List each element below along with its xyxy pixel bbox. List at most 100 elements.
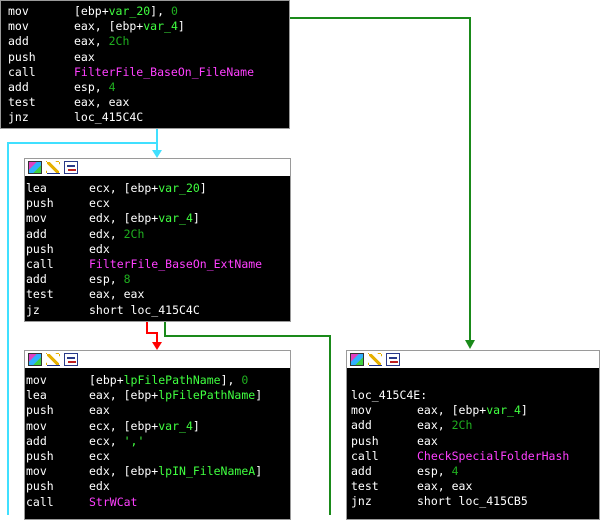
instruction-line[interactable]: call FilterFile_BaseOn_FileName [8, 65, 287, 80]
instruction-line[interactable]: add eax, 2Ch [351, 418, 597, 433]
instruction-line[interactable]: push eax [8, 50, 287, 65]
mnemonic: push [26, 196, 54, 211]
instruction-list: mov [ebp+var_20], 0 mov eax, [ebp+var_4] a… [8, 4, 287, 126]
instruction-line[interactable]: lea eax, [ebp+lpFilePathName] [26, 388, 288, 403]
instruction-line[interactable]: jz short loc_415C4C [26, 303, 288, 318]
instruction-list: lea ecx, [ebp+var_20] push ecx mov edx, [eb… [26, 181, 288, 318]
operands: ecx, ',' [89, 433, 145, 448]
function-name[interactable]: StrWCat [89, 495, 137, 510]
edge-top-to-right [290, 17, 471, 340]
jump-target[interactable]: short loc_415C4C [89, 303, 200, 318]
instruction-line[interactable]: mov [ebp+var_20], 0 [8, 4, 287, 19]
instruction-line[interactable]: push ecx [26, 196, 288, 211]
instruction-line[interactable]: test eax, eax [351, 479, 597, 494]
mnemonic: test [26, 287, 54, 302]
operands: eax, [ebp+lpFilePathName] [89, 388, 263, 403]
mnemonic: mov [26, 211, 47, 226]
instruction-line[interactable]: call CheckSpecialFolderHash [351, 449, 597, 464]
graph-icon[interactable] [28, 161, 42, 174]
instruction-line[interactable]: mov ecx, [ebp+var_4] [26, 419, 288, 434]
mnemonic: add [26, 272, 47, 287]
instruction-line[interactable]: mov eax, [ebp+var_4] [351, 403, 597, 418]
block-header [25, 351, 290, 369]
graph-icon[interactable] [28, 353, 42, 366]
operands: esp, 4 [74, 79, 116, 94]
code-block-middle[interactable]: lea ecx, [ebp+var_20] push ecx mov edx, [eb… [24, 158, 291, 322]
jump-target[interactable]: short loc_415CB5 [417, 494, 528, 509]
instruction-line[interactable]: lea ecx, [ebp+var_20] [26, 181, 288, 196]
operands: esp, 8 [89, 272, 131, 287]
mnemonic: push [26, 479, 54, 494]
operands: eax [417, 433, 438, 448]
xrefs-icon[interactable] [386, 353, 400, 366]
operands: [ebp+lpFilePathName], 0 [89, 373, 249, 387]
function-name[interactable]: CheckSpecialFolderHash [417, 449, 569, 464]
instruction-line[interactable]: add esp, 4 [351, 464, 597, 479]
label-text: loc_415C4E: [351, 388, 428, 402]
instruction-line[interactable]: push edx [26, 479, 288, 494]
function-name[interactable]: FilterFile_BaseOn_ExtName [89, 257, 262, 272]
code-block-bottom-left[interactable]: mov [ebp+lpFilePathName], 0 lea eax, [ebp+… [24, 350, 291, 520]
operands: eax [74, 49, 95, 64]
block-label[interactable]: loc_415C4E: [351, 388, 597, 403]
code-block-bottom-right[interactable]: loc_415C4E: mov eax, [ebp+var_4] add eax, … [346, 350, 600, 520]
mnemonic: add [26, 226, 47, 241]
mnemonic: jnz [8, 110, 29, 125]
instruction-line[interactable]: push eax [351, 434, 597, 449]
instruction-line[interactable]: call StrWCat [26, 495, 288, 510]
code-block-top[interactable]: mov [ebp+var_20], 0 mov eax, [ebp+var_4] a… [0, 0, 290, 129]
jump-target[interactable]: loc_415C4C [74, 110, 143, 125]
operands: eax, [ebp+var_4] [74, 19, 185, 34]
mnemonic: mov [26, 418, 47, 433]
edge-top-to-right-arrow [465, 340, 475, 349]
operands: [ebp+var_20], 0 [74, 4, 178, 18]
operands: edx [89, 241, 110, 256]
edit-icon[interactable] [368, 353, 382, 366]
edge-middle-to-bottom-left [146, 322, 158, 342]
operands: ecx, [ebp+var_20] [89, 181, 207, 195]
instruction-line[interactable]: jnz loc_415C4C [8, 110, 287, 125]
mnemonic: lea [26, 181, 47, 195]
function-name[interactable]: FilterFile_BaseOn_FileName [74, 65, 254, 80]
instruction-line[interactable]: mov [ebp+lpFilePathName], 0 [26, 373, 288, 388]
instruction-line[interactable]: jnz short loc_415CB5 [351, 494, 597, 509]
xrefs-icon[interactable] [64, 353, 78, 366]
instruction-line[interactable]: mov eax, [ebp+var_4] [8, 19, 287, 34]
instruction-line[interactable]: add eax, 2Ch [8, 34, 287, 49]
instruction-line[interactable]: mov edx, [ebp+var_4] [26, 211, 288, 226]
instruction-line[interactable]: push ecx [26, 449, 288, 464]
instruction-line[interactable]: mov edx, [ebp+lpIN_FileNameA] [26, 464, 288, 479]
mnemonic: mov [8, 19, 29, 34]
instruction-line[interactable]: test eax, eax [8, 95, 287, 110]
mnemonic: jnz [351, 494, 372, 509]
instruction-line[interactable]: add esp, 4 [8, 80, 287, 95]
mnemonic: push [26, 403, 54, 418]
instruction-list: loc_415C4E: mov eax, [ebp+var_4] add eax, … [351, 388, 597, 510]
mnemonic: test [351, 479, 379, 494]
edge-middle-to-bottom-left-arrow [152, 342, 162, 350]
operands: edx [89, 479, 110, 494]
mnemonic: push [8, 49, 36, 64]
operands: eax, eax [417, 479, 473, 494]
xrefs-icon[interactable] [64, 161, 78, 174]
edit-icon[interactable] [46, 353, 60, 366]
edit-icon[interactable] [46, 161, 60, 174]
instruction-line[interactable]: call FilterFile_BaseOn_ExtName [26, 257, 288, 272]
instruction-line[interactable]: add esp, 8 [26, 272, 288, 287]
block-header [25, 159, 290, 177]
mnemonic: mov [26, 373, 47, 387]
instruction-line[interactable]: push eax [26, 403, 288, 418]
mnemonic: push [351, 433, 379, 448]
operands: esp, 4 [417, 463, 459, 478]
instruction-line[interactable]: add edx, 2Ch [26, 227, 288, 242]
mnemonic: jz [26, 302, 40, 317]
operands: edx, [ebp+lpIN_FileNameA] [89, 464, 263, 479]
instruction-line[interactable]: add ecx, ',' [26, 434, 288, 449]
operands: ecx [89, 196, 110, 211]
graph-icon[interactable] [350, 353, 364, 366]
instruction-line[interactable]: test eax, eax [26, 287, 288, 302]
mnemonic: mov [8, 4, 29, 18]
instruction-line[interactable]: push edx [26, 242, 288, 257]
operands: eax, eax [89, 287, 145, 302]
mnemonic: call [26, 494, 54, 509]
